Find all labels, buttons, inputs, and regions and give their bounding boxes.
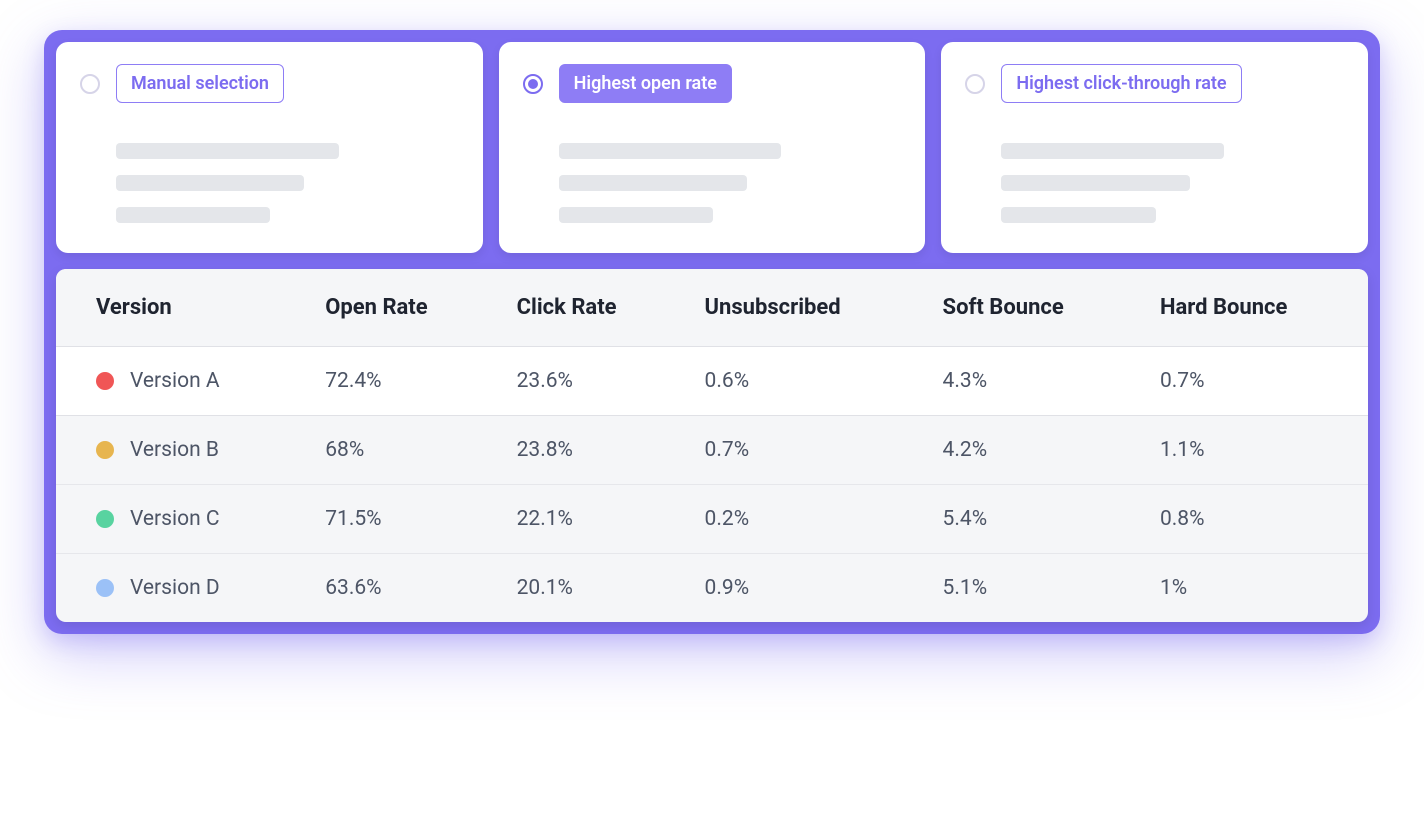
cell-open: 63.6%	[307, 554, 498, 623]
cell-soft: 5.4%	[925, 485, 1142, 554]
radio-open-rate[interactable]	[523, 74, 543, 94]
option-chip-click-rate: Highest click-through rate	[1001, 64, 1241, 103]
cell-click: 22.1%	[499, 485, 687, 554]
col-soft-bounce: Soft Bounce	[925, 269, 1142, 347]
cell-version: Version B	[56, 416, 307, 485]
skeleton-line	[559, 175, 747, 191]
version-name: Version D	[130, 576, 220, 600]
skeleton-placeholder	[559, 143, 902, 223]
skeleton-placeholder	[1001, 143, 1344, 223]
skeleton-placeholder	[116, 143, 459, 223]
cell-unsub: 0.9%	[687, 554, 925, 623]
skeleton-line	[559, 207, 713, 223]
cell-version: Version A	[56, 347, 307, 416]
version-color-dot	[96, 441, 114, 459]
results-table: Version Open Rate Click Rate Unsubscribe…	[56, 269, 1368, 622]
cell-click: 23.8%	[499, 416, 687, 485]
table-header-row: Version Open Rate Click Rate Unsubscribe…	[56, 269, 1368, 347]
table-row[interactable]: Version B 68%23.8%0.7%4.2%1.1%	[56, 416, 1368, 485]
table-row[interactable]: Version C 71.5%22.1%0.2%5.4%0.8%	[56, 485, 1368, 554]
version-color-dot	[96, 579, 114, 597]
results-table-card: Version Open Rate Click Rate Unsubscribe…	[56, 269, 1368, 622]
skeleton-line	[116, 207, 270, 223]
skeleton-line	[1001, 143, 1224, 159]
option-card-manual[interactable]: Manual selection	[56, 42, 483, 253]
cell-soft: 4.3%	[925, 347, 1142, 416]
version-color-dot	[96, 510, 114, 528]
cell-open: 71.5%	[307, 485, 498, 554]
cell-unsub: 0.2%	[687, 485, 925, 554]
skeleton-line	[116, 143, 339, 159]
cell-hard: 1.1%	[1142, 416, 1368, 485]
cell-click: 20.1%	[499, 554, 687, 623]
option-card-click-rate[interactable]: Highest click-through rate	[941, 42, 1368, 253]
cell-hard: 1%	[1142, 554, 1368, 623]
cell-soft: 5.1%	[925, 554, 1142, 623]
cell-click: 23.6%	[499, 347, 687, 416]
skeleton-line	[116, 175, 304, 191]
cell-hard: 0.7%	[1142, 347, 1368, 416]
cell-version: Version D	[56, 554, 307, 623]
option-card-open-rate[interactable]: Highest open rate	[499, 42, 926, 253]
cell-version: Version C	[56, 485, 307, 554]
version-color-dot	[96, 372, 114, 390]
cell-soft: 4.2%	[925, 416, 1142, 485]
skeleton-line	[559, 143, 782, 159]
col-click-rate: Click Rate	[499, 269, 687, 347]
skeleton-line	[1001, 207, 1155, 223]
table-row[interactable]: Version A 72.4%23.6%0.6%4.3%0.7%	[56, 347, 1368, 416]
cell-open: 68%	[307, 416, 498, 485]
version-name: Version C	[130, 507, 220, 531]
cell-unsub: 0.6%	[687, 347, 925, 416]
version-name: Version B	[130, 438, 219, 462]
option-chip-manual: Manual selection	[116, 64, 284, 103]
winner-strategy-options: Manual selection Highest open rate	[56, 42, 1368, 253]
radio-click-rate[interactable]	[965, 74, 985, 94]
version-name: Version A	[130, 369, 220, 393]
col-hard-bounce: Hard Bounce	[1142, 269, 1368, 347]
col-unsubscribed: Unsubscribed	[687, 269, 925, 347]
col-version: Version	[56, 269, 307, 347]
option-chip-open-rate: Highest open rate	[559, 64, 732, 103]
radio-manual[interactable]	[80, 74, 100, 94]
ab-test-panel: Manual selection Highest open rate	[44, 30, 1380, 634]
skeleton-line	[1001, 175, 1189, 191]
cell-hard: 0.8%	[1142, 485, 1368, 554]
table-body: Version A72.4%23.6%0.6%4.3%0.7%Version B…	[56, 347, 1368, 623]
col-open-rate: Open Rate	[307, 269, 498, 347]
cell-unsub: 0.7%	[687, 416, 925, 485]
cell-open: 72.4%	[307, 347, 498, 416]
table-row[interactable]: Version D 63.6%20.1%0.9%5.1%1%	[56, 554, 1368, 623]
